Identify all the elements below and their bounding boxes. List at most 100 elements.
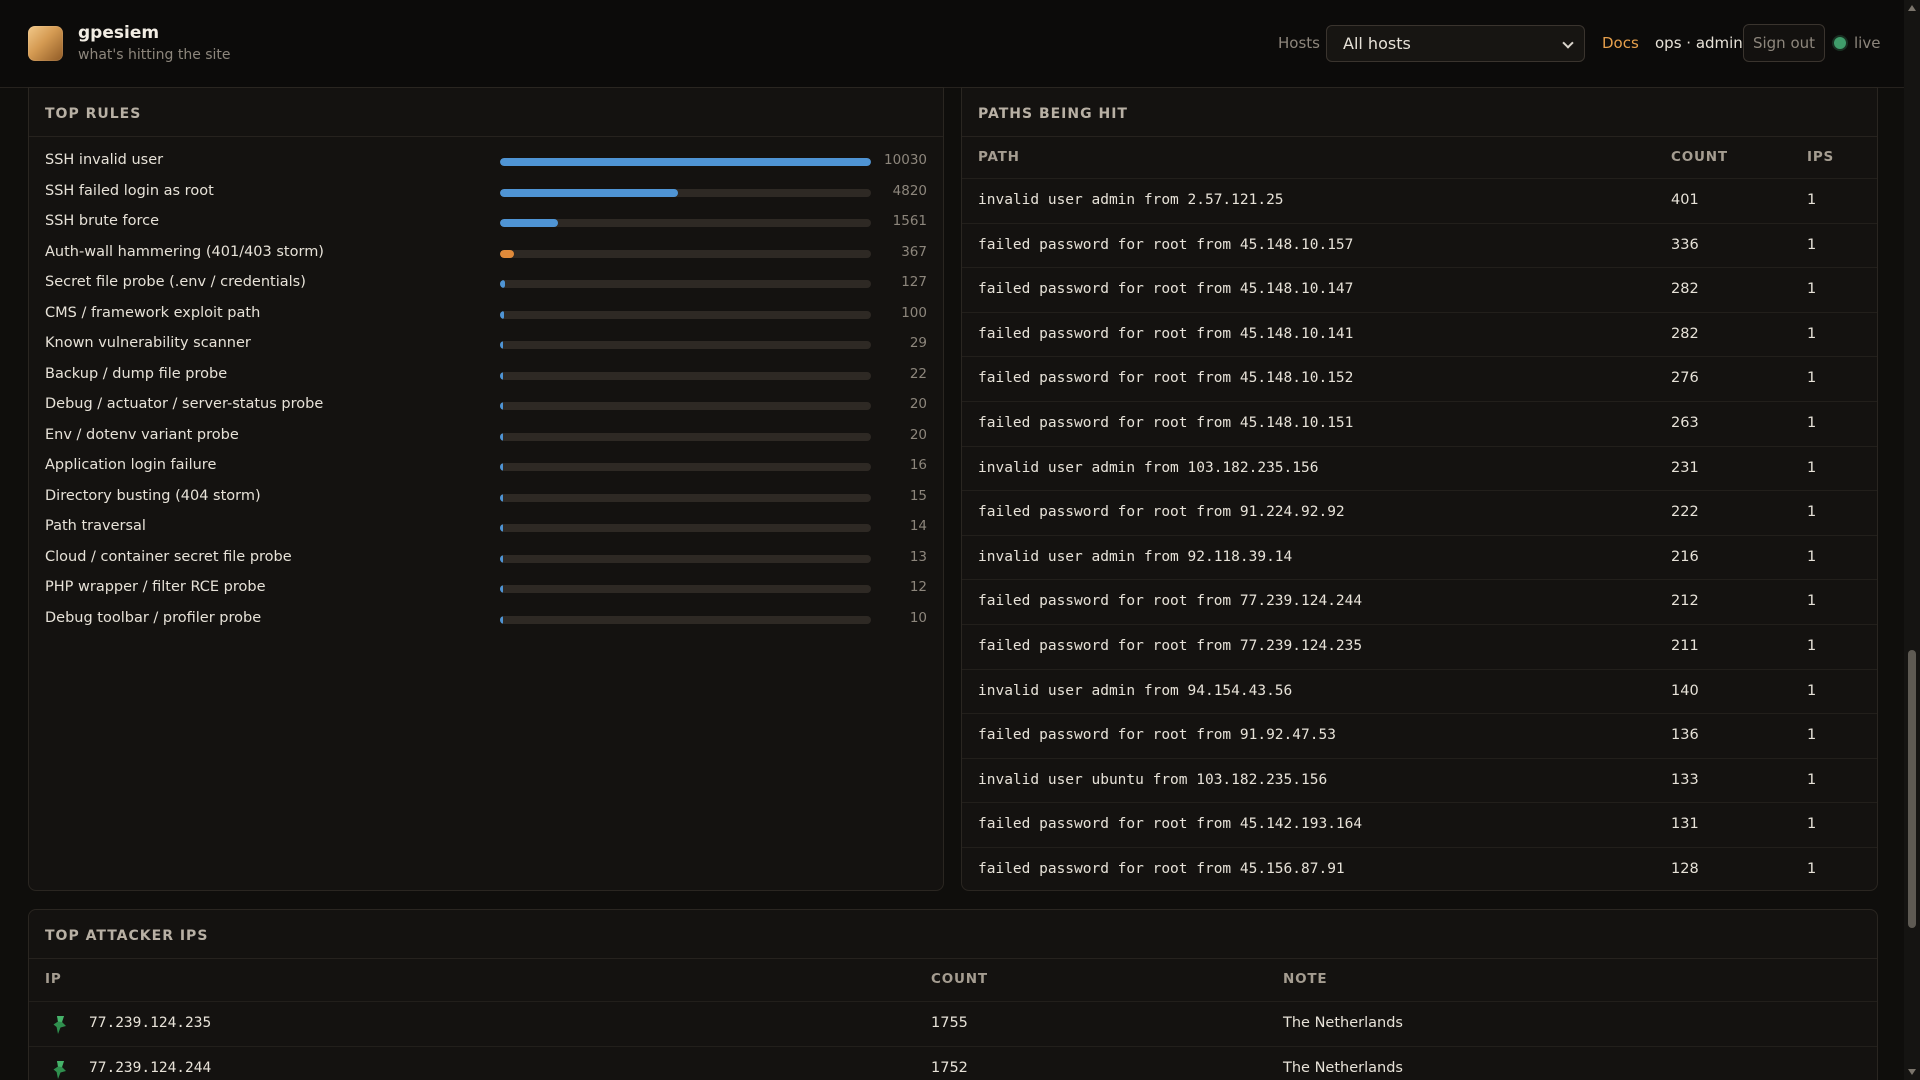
path-cell: invalid user ubuntu from 103.182.235.156 [978, 771, 1328, 788]
rule-count: 14 [909, 518, 927, 534]
top-rules-panel: TOP RULES SSH invalid user 10030 SSH faile… [28, 87, 944, 891]
brand-name: gpesiem [78, 23, 160, 43]
path-table-row[interactable]: failed password for root from 45.142.193… [962, 802, 1877, 847]
attackers-col-ip[interactable]: IP [45, 971, 62, 987]
rule-row[interactable]: Directory busting (404 storm) 15 [29, 488, 943, 518]
path-count-cell: 133 [1671, 771, 1699, 788]
top-attackers-title: TOP ATTACKER IPS [45, 928, 209, 944]
path-table-row[interactable]: failed password for root from 77.239.124… [962, 579, 1877, 624]
rule-bar-fill [500, 219, 558, 227]
rule-bar-fill [500, 524, 503, 532]
path-ips-cell: 1 [1807, 771, 1817, 788]
rule-count: 10030 [884, 152, 927, 168]
path-ips-cell: 1 [1807, 281, 1817, 298]
rule-bar-track [500, 219, 871, 227]
attacker-table-row[interactable]: 77.239.124.244 1752 The Netherlands [29, 1046, 1877, 1080]
rule-bar-fill [500, 554, 503, 563]
paths-col-count[interactable]: COUNT [1671, 149, 1728, 165]
rule-row[interactable]: SSH failed login as root 4820 [29, 182, 943, 213]
rule-label: Known vulnerability scanner [45, 335, 251, 351]
rule-count: 367 [901, 243, 927, 260]
rule-row[interactable]: Debug toolbar / profiler probe 10 [29, 610, 943, 640]
rule-row[interactable]: Cloud / container secret file probe 13 [29, 549, 943, 579]
path-table-row[interactable]: failed password for root from 45.148.10.… [962, 401, 1877, 446]
rule-label: CMS / framework exploit path [45, 304, 261, 321]
rule-bar-track [500, 310, 871, 319]
path-table-row[interactable]: invalid user admin from 92.118.39.14 216 1 [962, 534, 1877, 580]
rule-count: 4820 [892, 182, 927, 199]
rule-bar-track [500, 402, 871, 410]
path-table-row[interactable]: failed password for root from 45.148.10.… [962, 311, 1877, 357]
path-count-cell: 212 [1671, 593, 1699, 610]
path-table-row[interactable]: failed password for root from 45.156.87.… [962, 847, 1877, 890]
path-count-cell: 128 [1671, 861, 1699, 877]
paths-col-ips[interactable]: IPS [1807, 149, 1834, 165]
path-table-row[interactable]: invalid user admin from 103.182.235.156 2… [962, 445, 1877, 491]
rule-label: SSH invalid user [45, 152, 164, 168]
live-label: live [1854, 34, 1881, 52]
paths-panel: PATHS BEING HIT PATH COUNT IPS invalid u… [961, 87, 1878, 891]
rule-row[interactable]: CMS / framework exploit path 100 [29, 304, 943, 335]
path-table-row[interactable]: failed password for root from 91.92.47.5… [962, 713, 1877, 758]
path-ips-cell: 1 [1807, 727, 1817, 744]
rule-row[interactable]: Backup / dump file probe 22 [29, 365, 943, 396]
rule-row[interactable]: SSH invalid user 10030 [29, 152, 943, 182]
divider [29, 958, 1877, 959]
path-cell: failed password for root from 45.148.10.… [978, 325, 1354, 342]
path-ips-cell: 1 [1807, 504, 1817, 521]
rule-row[interactable]: Secret file probe (.env / credentials) 12… [29, 274, 943, 304]
rule-bar-track [500, 188, 871, 197]
rule-label: Backup / dump file probe [45, 365, 228, 382]
rule-row[interactable]: Debug / actuator / server-status probe 20 [29, 396, 943, 426]
rule-bar-track [500, 432, 871, 441]
attackers-col-note[interactable]: NOTE [1283, 971, 1327, 987]
scroll-up-arrow-icon[interactable] [1908, 5, 1916, 11]
top-attackers-panel: TOP ATTACKER IPS IP COUNT NOTE 77.239.12… [28, 909, 1878, 1080]
pin-icon [53, 1061, 66, 1079]
path-table-row[interactable]: failed password for root from 77.239.124… [962, 624, 1877, 669]
path-ips-cell: 1 [1807, 370, 1817, 387]
rule-row[interactable]: SSH brute force 1561 [29, 213, 943, 243]
attacker-ip-cell: 77.239.124.244 [89, 1060, 212, 1076]
path-table-row[interactable]: failed password for root from 45.148.10.… [962, 356, 1877, 401]
rule-label: PHP wrapper / filter RCE probe [45, 579, 266, 595]
path-ips-cell: 1 [1807, 816, 1817, 833]
path-table-row[interactable]: invalid user ubuntu from 103.182.235.156… [962, 757, 1877, 803]
path-table-row[interactable]: failed password for root from 91.224.92.… [962, 490, 1877, 535]
rule-bar-fill [500, 188, 679, 197]
rule-count: 20 [909, 426, 927, 443]
path-table-row[interactable]: invalid user admin from 94.154.43.56 140 1 [962, 668, 1877, 714]
paths-col-path[interactable]: PATH [978, 149, 1020, 165]
path-table-row[interactable]: failed password for root from 45.148.10.… [962, 222, 1877, 268]
rule-bar-fill [500, 310, 504, 319]
rule-bar-fill [500, 249, 514, 258]
rule-row[interactable]: Known vulnerability scanner 29 [29, 335, 943, 365]
rule-count: 127 [901, 274, 927, 290]
path-cell: invalid user admin from 2.57.121.25 [978, 192, 1284, 208]
attackers-col-count[interactable]: COUNT [931, 971, 988, 987]
rule-row[interactable]: Auth-wall hammering (401/403 storm) 367 [29, 243, 943, 274]
path-cell: invalid user admin from 92.118.39.14 [978, 548, 1293, 565]
rule-bar-track [500, 524, 871, 532]
path-ips-cell: 1 [1807, 861, 1817, 877]
scrollbar-thumb[interactable] [1908, 650, 1916, 928]
host-select[interactable]: All hosts [1326, 25, 1585, 62]
path-ips-cell: 1 [1807, 459, 1817, 476]
brand-tagline: what's hitting the site [78, 47, 231, 63]
rule-bar-fill [500, 615, 503, 624]
rule-row[interactable]: Path traversal 14 [29, 518, 943, 548]
docs-link[interactable]: Docs [1602, 34, 1639, 52]
rule-row[interactable]: Env / dotenv variant probe 20 [29, 426, 943, 457]
path-cell: failed password for root from 91.224.92.… [978, 504, 1345, 521]
rule-row[interactable]: PHP wrapper / filter RCE probe 12 [29, 579, 943, 609]
attacker-note-cell: The Netherlands [1283, 1060, 1403, 1076]
path-table-row[interactable]: failed password for root from 45.148.10.… [962, 267, 1877, 312]
attacker-table-row[interactable]: 77.239.124.235 1755 The Netherlands [29, 1001, 1877, 1046]
page-scrollbar[interactable] [1904, 0, 1920, 1080]
rule-count: 16 [909, 457, 927, 473]
scroll-down-arrow-icon[interactable] [1908, 1069, 1916, 1075]
rule-row[interactable]: Application login failure 16 [29, 457, 943, 487]
path-table-row[interactable]: invalid user admin from 2.57.121.25 401 1 [962, 178, 1877, 223]
attacker-count-cell: 1752 [931, 1060, 968, 1076]
sign-out-button[interactable]: Sign out [1743, 24, 1825, 62]
